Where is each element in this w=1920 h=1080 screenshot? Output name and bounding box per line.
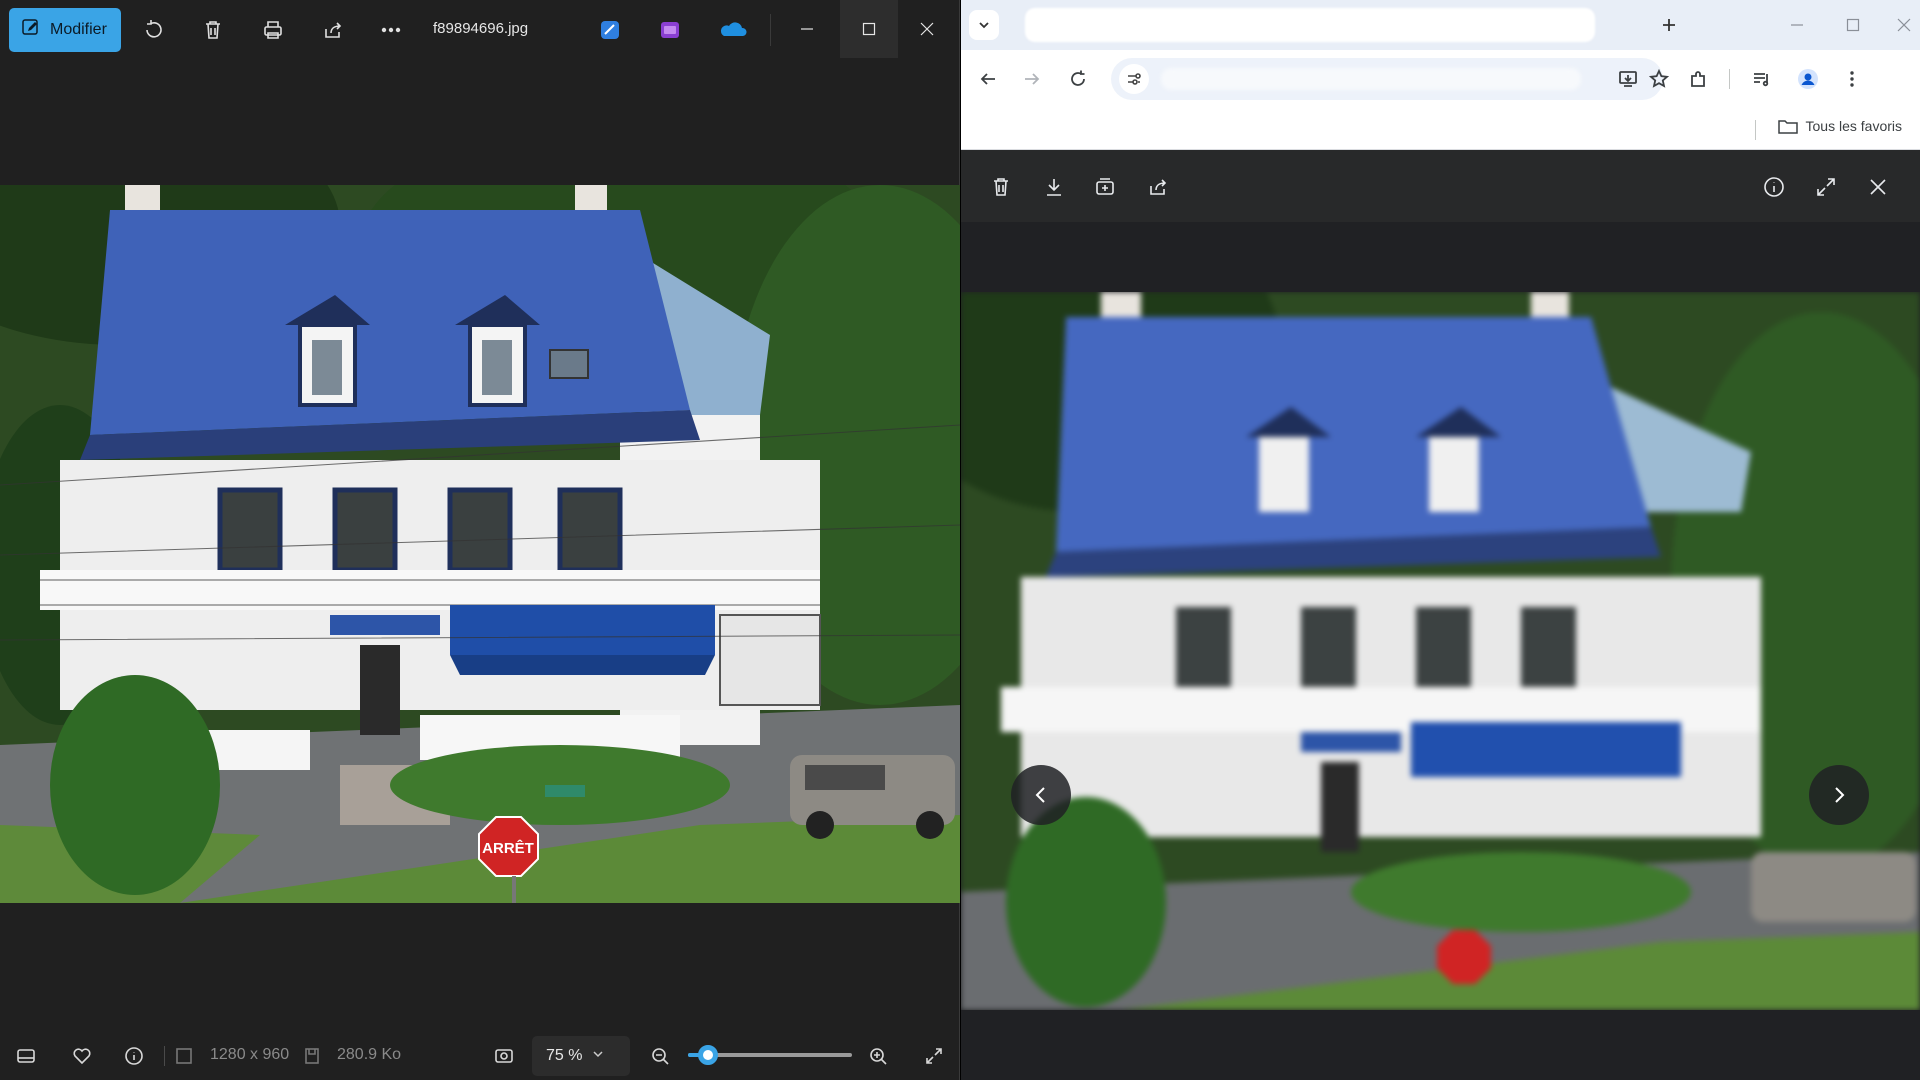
chrome-menu-icon[interactable] <box>1837 64 1867 94</box>
house-photo: ARRÊT <box>0 185 960 903</box>
active-tab[interactable] <box>1025 8 1595 42</box>
folder-icon <box>1777 120 1798 134</box>
file-size: 280.9 Ko <box>337 1046 402 1063</box>
zoom-slider[interactable] <box>688 1045 852 1065</box>
previous-image-button[interactable] <box>1011 765 1071 825</box>
fullscreen-icon[interactable] <box>1812 173 1840 201</box>
delete-icon[interactable] <box>987 173 1015 201</box>
zoom-level: 75 % <box>546 1047 583 1064</box>
share-icon[interactable] <box>1144 173 1172 201</box>
toolbar-divider <box>770 14 771 46</box>
close-icon[interactable] <box>1864 173 1892 201</box>
toolbar-divider <box>1729 69 1730 89</box>
plus-icon <box>1663 19 1675 31</box>
zoom-level-dropdown[interactable]: 75 % <box>532 1036 630 1076</box>
forward-button[interactable] <box>1017 64 1047 94</box>
reload-icon <box>1071 70 1085 86</box>
media-controls-icon[interactable] <box>1746 64 1776 94</box>
add-to-album-icon[interactable] <box>1091 173 1119 201</box>
edit-button[interactable]: Modifier <box>9 8 121 52</box>
site-info-icon[interactable] <box>1119 64 1149 94</box>
status-divider <box>164 1046 165 1066</box>
minimize-button[interactable] <box>778 0 836 58</box>
stop-sign-text: ARRÊT <box>482 839 534 857</box>
delete-icon[interactable] <box>197 14 229 46</box>
rotate-icon[interactable] <box>137 14 169 46</box>
browser-window: Tous les favoris <box>961 0 1920 1080</box>
clipchamp-icon[interactable] <box>656 16 684 44</box>
browser-toolbar <box>961 50 1920 108</box>
share-icon[interactable] <box>317 14 349 46</box>
house-photo-blurred <box>961 292 1920 1010</box>
minimize-button[interactable] <box>1777 10 1817 40</box>
info-icon[interactable] <box>120 1042 148 1070</box>
download-icon[interactable] <box>1040 173 1068 201</box>
bookmarks-bar: Tous les favoris <box>961 108 1920 150</box>
edit-pencil-icon <box>21 18 41 43</box>
file-size-icon <box>302 1042 322 1070</box>
more-icon[interactable] <box>375 14 407 46</box>
viewer-toolbar <box>961 150 1920 222</box>
viewer-image[interactable] <box>961 292 1920 1010</box>
all-favorites-folder[interactable]: Tous les favoris <box>1777 118 1902 134</box>
bookmark-star-icon[interactable] <box>1644 64 1674 94</box>
chevron-left-icon <box>1035 787 1045 803</box>
address-bar[interactable] <box>1111 58 1669 100</box>
filmstrip-icon[interactable] <box>12 1042 40 1070</box>
profile-avatar-icon[interactable] <box>1793 64 1823 94</box>
fullscreen-icon[interactable] <box>920 1042 948 1070</box>
image-viewer <box>961 150 1920 1080</box>
all-favorites-label: Tous les favoris <box>1805 118 1902 134</box>
zoom-slider-thumb[interactable] <box>697 1045 718 1065</box>
photos-title-bar: Modifier f89894696.jpg <box>0 0 960 60</box>
close-button[interactable] <box>1889 10 1919 40</box>
back-button[interactable] <box>973 64 1003 94</box>
arrow-left-icon <box>980 73 995 85</box>
next-image-button[interactable] <box>1809 765 1869 825</box>
designer-icon[interactable] <box>596 16 624 44</box>
photo-canvas[interactable]: ARRÊT <box>0 185 960 903</box>
arrow-right-icon <box>1025 73 1040 85</box>
tab-search-button[interactable] <box>969 10 999 40</box>
bookmarks-divider <box>1755 120 1756 140</box>
print-icon[interactable] <box>257 14 289 46</box>
fit-to-window-icon[interactable] <box>490 1042 518 1070</box>
dimensions-icon <box>174 1042 194 1070</box>
image-dimensions: 1280 x 960 <box>210 1046 290 1063</box>
chevron-right-icon <box>1835 787 1845 803</box>
info-icon[interactable] <box>1760 173 1788 201</box>
onedrive-icon[interactable] <box>716 16 750 44</box>
file-name: f89894696.jpg <box>433 20 529 37</box>
address-bar-url <box>1161 68 1581 90</box>
extensions-icon[interactable] <box>1683 64 1713 94</box>
maximize-button[interactable] <box>1833 10 1873 40</box>
chevron-down-icon <box>979 22 989 29</box>
tab-strip <box>961 0 1920 50</box>
edit-button-label: Modifier <box>50 21 107 38</box>
photos-app-window: Modifier f89894696.jpg ARRÊT 1280 x 960 … <box>0 0 960 1080</box>
zoom-in-icon[interactable] <box>864 1042 892 1070</box>
reload-button[interactable] <box>1063 64 1093 94</box>
maximize-button[interactable] <box>840 0 898 58</box>
install-app-icon[interactable] <box>1613 64 1643 94</box>
new-tab-button[interactable] <box>1656 12 1682 38</box>
zoom-out-icon[interactable] <box>646 1042 674 1070</box>
favorite-heart-icon[interactable] <box>68 1042 96 1070</box>
close-button[interactable] <box>898 0 956 58</box>
chevron-down-icon <box>592 1047 604 1065</box>
